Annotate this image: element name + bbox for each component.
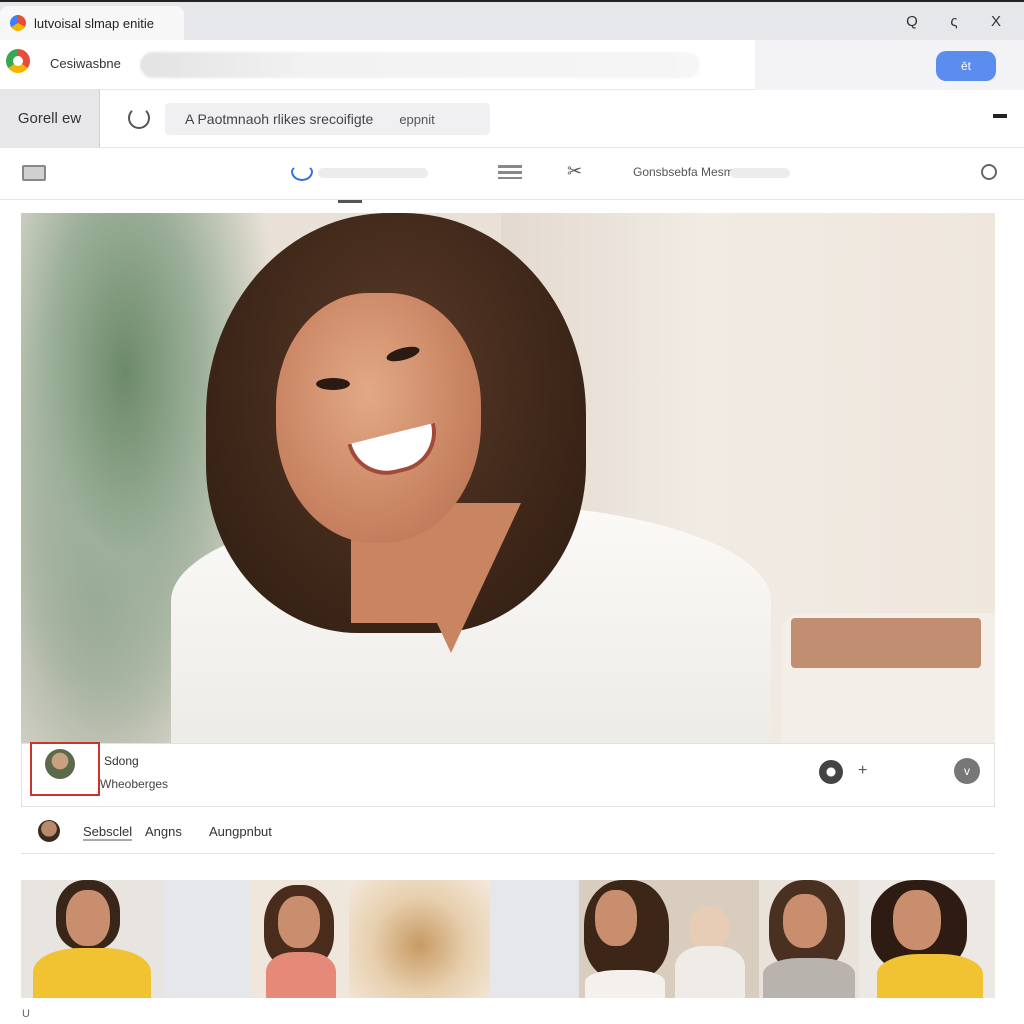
thumbnail-face (893, 890, 941, 950)
info-box[interactable]: A Paotmnaoh rlikes srecoifigte eppnit (165, 103, 490, 135)
browser-logo-icon (6, 49, 30, 73)
more-menu-icon[interactable]: v (954, 758, 980, 784)
action-button[interactable]: ēt (936, 51, 996, 81)
side-tab[interactable]: Gorell ew (0, 90, 100, 147)
thumbnail-shirt (266, 952, 336, 998)
card-subtitle: Wheoberges (100, 777, 169, 791)
edit-icon[interactable] (291, 165, 313, 181)
thumbnail-face (278, 896, 320, 948)
card-icon[interactable] (22, 165, 46, 181)
results-tabs: Sebsclel Angns Aungpnbut (21, 810, 995, 854)
edit-label-placeholder (318, 168, 428, 178)
address-bar: Cesiwasbne ēt (0, 40, 1024, 90)
thumbnail[interactable] (859, 880, 995, 998)
avatar-frame[interactable] (30, 742, 100, 796)
thumbnail[interactable] (250, 880, 349, 998)
minus-icon[interactable] (993, 114, 1007, 118)
browser-tab[interactable]: lutvoisal slmap enitie (0, 6, 184, 40)
filter-placeholder (730, 168, 790, 178)
thumbnail-child-face (689, 906, 729, 950)
favicon-icon (10, 15, 26, 31)
back-button[interactable]: ς (936, 8, 972, 34)
thumbnail-blank[interactable] (490, 880, 579, 998)
search-icon[interactable] (981, 164, 997, 180)
thumbnail-face (783, 894, 827, 948)
active-tab-indicator (338, 200, 362, 203)
minimize-button[interactable]: Q (894, 8, 930, 34)
photo-face (276, 293, 481, 543)
record-icon[interactable] (819, 760, 843, 784)
thumbnail[interactable] (21, 880, 164, 998)
thumbnail-shirt (33, 948, 151, 998)
tab-more[interactable]: Aungpnbut (209, 824, 272, 839)
crop-icon[interactable]: ✂ (567, 161, 582, 182)
thumbnail-shirt (585, 970, 665, 998)
close-button[interactable]: X (978, 8, 1014, 34)
url-field[interactable] (140, 52, 700, 78)
toolbar: Gorell ew A Paotmnaoh rlikes srecoifigte… (0, 90, 1024, 148)
photo-info-card: Sdong Wheoberges + v (21, 742, 995, 807)
footer-mark: U (22, 1008, 30, 1020)
tab-search[interactable]: Sebsclel (83, 824, 133, 841)
info-sub-label: eppnit (399, 111, 435, 127)
thumbnail-face (66, 890, 110, 946)
list-icon[interactable] (498, 165, 522, 179)
thumbnail-child-body (675, 946, 745, 998)
thumbnail-shirt (877, 954, 983, 998)
thumbnail-strip (21, 880, 995, 998)
small-avatar[interactable] (38, 820, 60, 842)
thumbnail[interactable] (759, 880, 859, 998)
reload-icon[interactable] (128, 107, 150, 129)
avatar (45, 749, 75, 779)
plus-icon[interactable]: + (858, 762, 867, 780)
tab-images[interactable]: Angns (145, 824, 182, 839)
thumbnail-blank[interactable] (164, 880, 250, 998)
thumbnail[interactable] (579, 880, 759, 998)
thumbnail-shirt (763, 958, 855, 998)
icon-row: ✂ Gonsbsebfa Mesme (0, 148, 1024, 200)
info-text: A Paotmnaoh rlikes srecoifigte (185, 111, 374, 127)
browser-titlebar: lutvoisal slmap enitie Q ς X (0, 0, 1024, 40)
card-title[interactable]: Sdong (104, 754, 139, 768)
main-photo[interactable] (21, 213, 995, 743)
thumbnail-face (595, 890, 637, 946)
tab-title: lutvoisal slmap enitie (34, 15, 154, 31)
photo-eye-left (316, 378, 350, 390)
site-name[interactable]: Cesiwasbne (50, 56, 121, 71)
window-controls: Q ς X (894, 8, 1014, 34)
thumbnail-blurred[interactable] (349, 880, 490, 998)
photo-cushion (791, 618, 981, 668)
filter-label[interactable]: Gonsbsebfa Mesme (633, 165, 740, 179)
